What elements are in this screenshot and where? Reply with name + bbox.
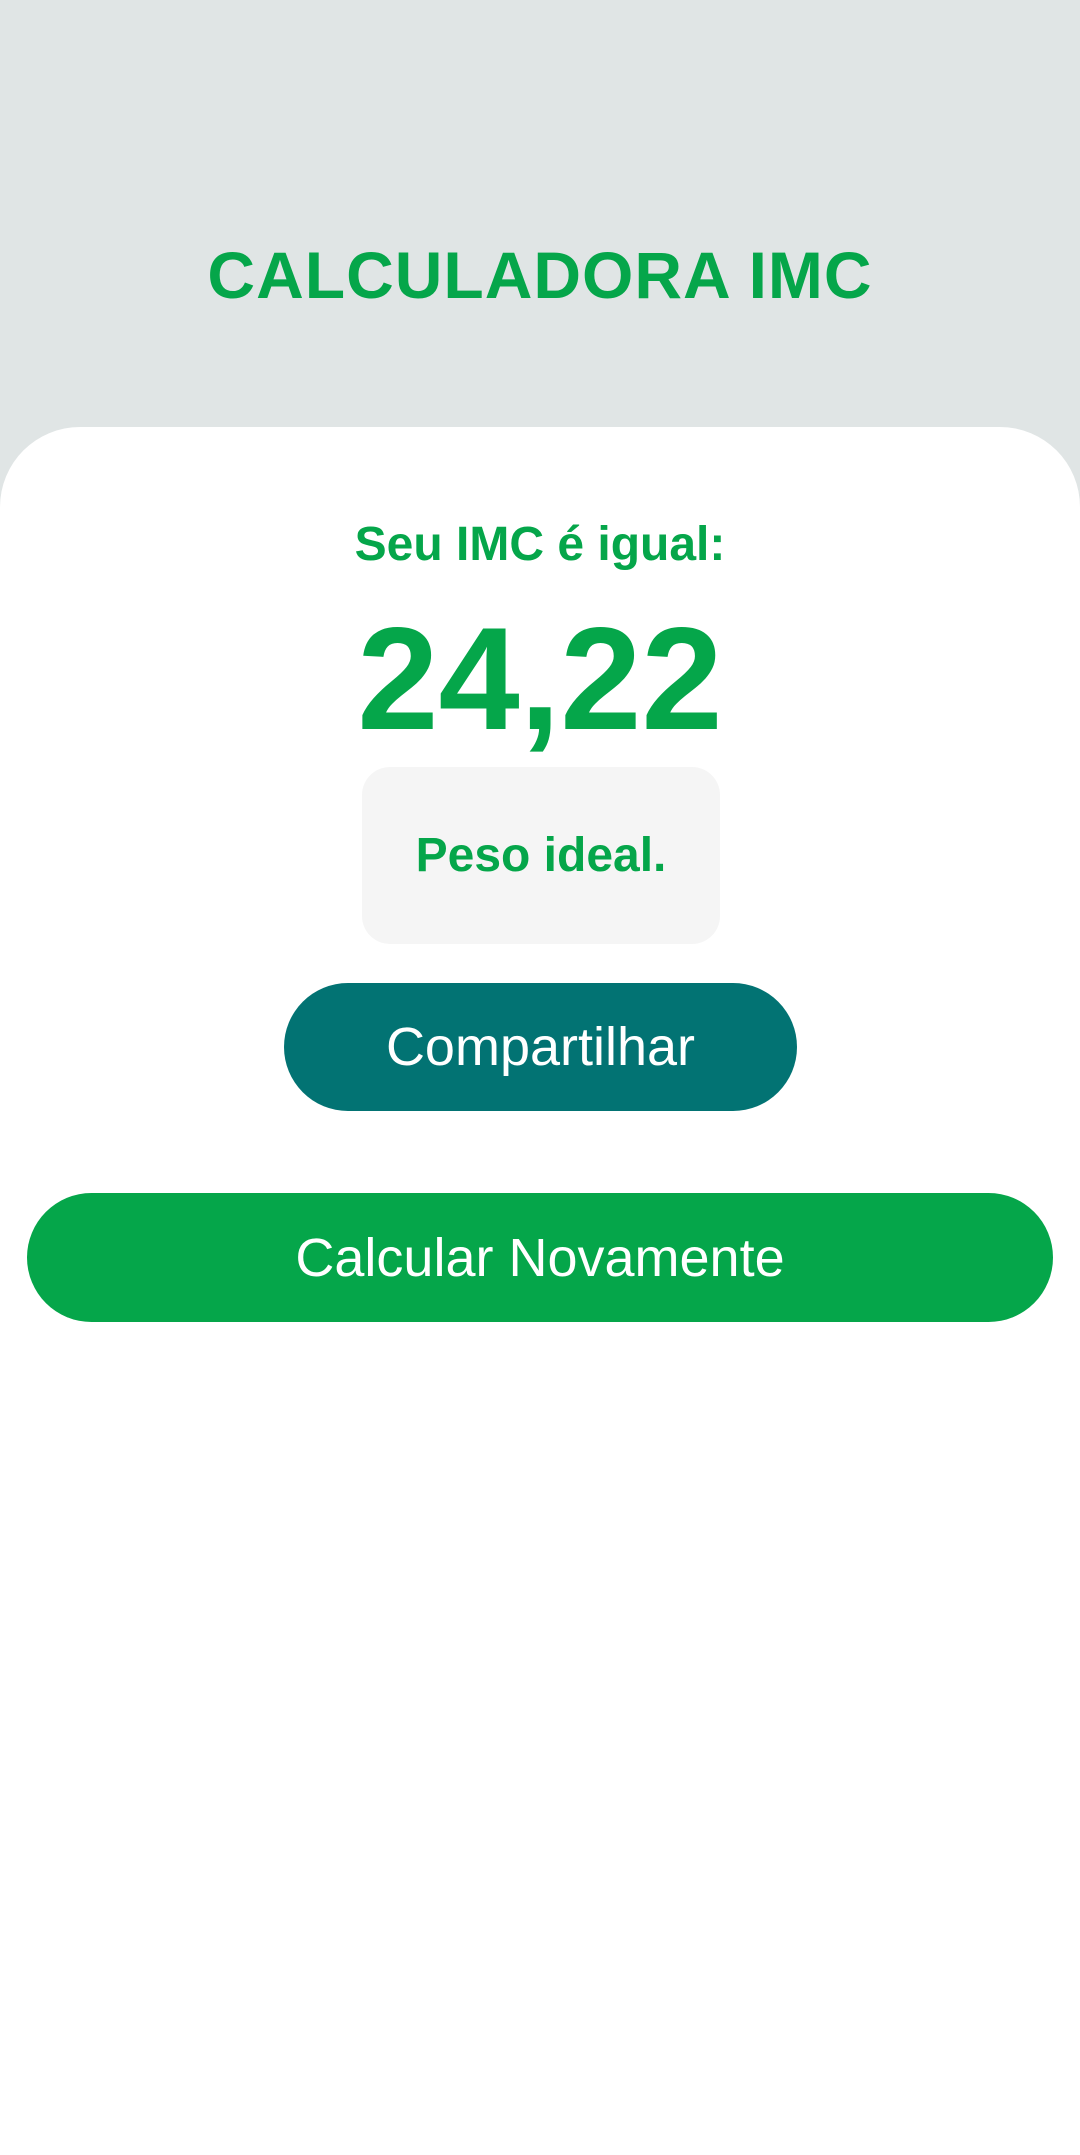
- recalculate-button[interactable]: Calcular Novamente: [27, 1193, 1053, 1322]
- result-card: Seu IMC é igual: 24,22 Peso ideal. Compa…: [0, 427, 1080, 2155]
- bmi-value: 24,22: [357, 597, 723, 760]
- share-button[interactable]: Compartilhar: [284, 983, 797, 1111]
- app-header: CALCULADORA IMC: [0, 0, 1080, 428]
- result-label: Seu IMC é igual:: [354, 518, 726, 571]
- recalculate-button-label: Calcular Novamente: [295, 1227, 785, 1288]
- share-button-label: Compartilhar: [385, 1017, 696, 1077]
- classification-box: Peso ideal.: [362, 767, 720, 944]
- app-title: CALCULADORA IMC: [207, 238, 873, 312]
- classification-text: Peso ideal.: [415, 829, 667, 882]
